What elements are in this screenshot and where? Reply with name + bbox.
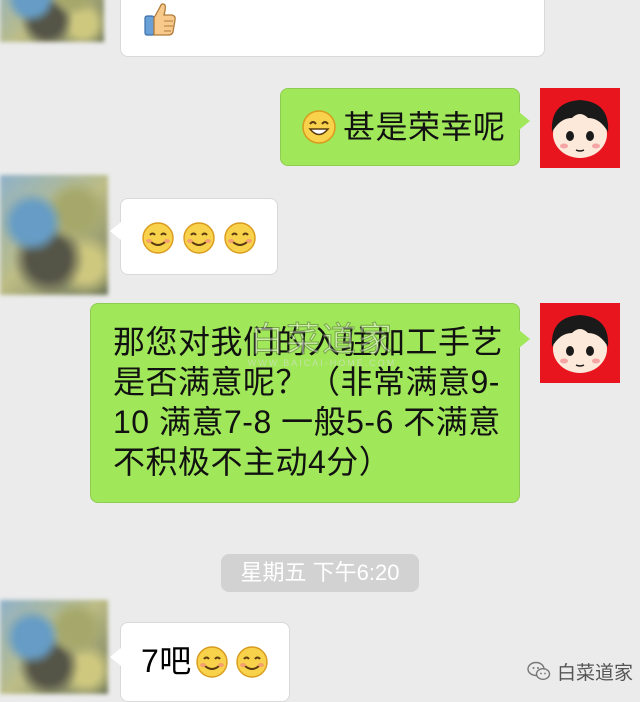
corner-watermark: 白菜道家 (527, 658, 633, 684)
message-bubble-incoming[interactable]: 7吧 (120, 622, 290, 702)
message-text: 7吧 (141, 643, 192, 679)
smiling-face-icon (182, 221, 216, 260)
timestamp: 星期五 下午6:20 (221, 554, 419, 592)
watermark-logo: 白菜道家 WWW.BAICAI-HOME.COM (242, 321, 402, 369)
watermark-text: 白菜道家 (250, 321, 394, 359)
smiling-face-icon (235, 645, 269, 684)
bubble-tail (110, 648, 121, 666)
my-avatar[interactable] (540, 303, 620, 383)
watermark-subtext: WWW.BAICAI-HOME.COM (247, 358, 397, 368)
smiling-face-icon (141, 221, 175, 260)
smiling-face-icon (223, 221, 257, 260)
cartoon-girl-icon (551, 315, 609, 373)
message-bubble-incoming[interactable] (120, 198, 278, 275)
message-line: 是否满意呢？（非常满意9- (113, 364, 500, 400)
contact-avatar[interactable] (0, 0, 104, 42)
cartoon-girl-icon (551, 100, 609, 158)
message-bubble-outgoing[interactable]: 甚是荣幸呢 (280, 88, 520, 166)
thumbs-up-icon (143, 1, 177, 42)
message-line: 10 满意7-8 一般5-6 不满意 (113, 404, 501, 440)
message-text: 甚是荣幸呢 (343, 109, 506, 145)
bubble-tail (110, 222, 121, 240)
contact-avatar[interactable] (0, 600, 108, 694)
bubble-tail (519, 330, 530, 348)
smiling-face-icon (195, 645, 229, 684)
message-line: 不积极不主动4分） (113, 444, 392, 480)
contact-avatar[interactable] (0, 175, 108, 295)
corner-watermark-text: 白菜道家 (557, 662, 634, 684)
wechat-icon (527, 661, 551, 681)
message-bubble-incoming[interactable] (120, 0, 545, 57)
my-avatar[interactable] (540, 88, 620, 168)
bubble-tail (519, 112, 530, 130)
grinning-squint-icon (301, 109, 337, 150)
